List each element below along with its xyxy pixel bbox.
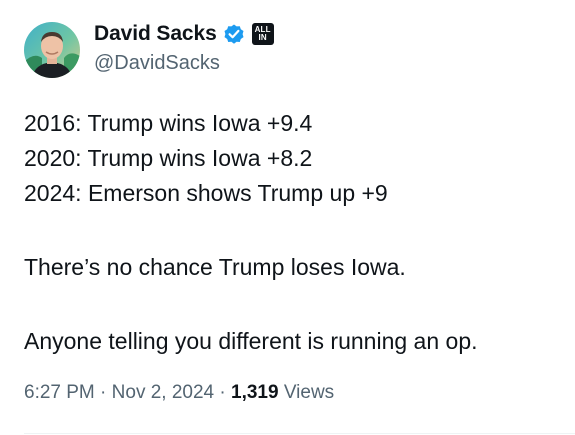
tweet-paragraph-3: Anyone telling you different is running …	[24, 328, 478, 354]
meta-separator: ·	[219, 382, 226, 403]
avatar[interactable]	[24, 22, 80, 78]
tweet-date[interactable]: Nov 2, 2024	[112, 382, 214, 403]
author-name-row: David Sacks ALL IN	[94, 20, 274, 48]
tweet-line-2: 2020: Trump wins Iowa +8.2	[24, 145, 313, 171]
views-count[interactable]: 1,319	[231, 382, 279, 403]
views-label: Views	[283, 382, 335, 403]
tweet-time[interactable]: 6:27 PM	[24, 382, 95, 403]
author-handle[interactable]: @DavidSacks	[94, 52, 220, 75]
tweet-meta: 6:27 PM · Nov 2, 2024 · 1,319 Views	[24, 382, 334, 404]
tweet-paragraph-2: There’s no chance Trump loses Iowa.	[24, 254, 406, 280]
tweet-text: 2016: Trump wins Iowa +9.4 2020: Trump w…	[24, 106, 554, 359]
affiliate-badge[interactable]: ALL IN	[251, 23, 274, 45]
meta-separator: ·	[100, 382, 107, 403]
tweet-line-3: 2024: Emerson shows Trump up +9	[24, 180, 388, 206]
author-display-name[interactable]: David Sacks	[94, 22, 217, 46]
verified-badge-icon[interactable]	[222, 22, 246, 46]
affiliate-badge-line2: IN	[258, 33, 267, 42]
tweet-line-1: 2016: Trump wins Iowa +9.4	[24, 110, 313, 136]
divider	[24, 433, 575, 434]
avatar-photo	[24, 22, 80, 78]
tweet-card: David Sacks ALL IN @DavidSacks 2016: Tru…	[0, 0, 575, 435]
